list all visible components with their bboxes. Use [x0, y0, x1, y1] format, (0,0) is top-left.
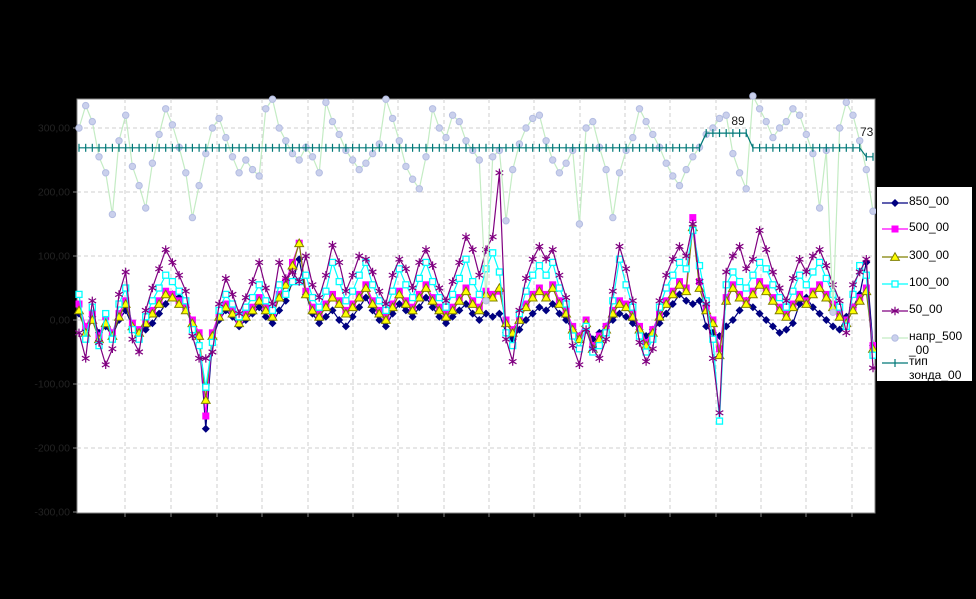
legend-item-label: тип зонда_00	[909, 354, 961, 382]
vtick-marker-icon	[881, 357, 909, 369]
y-axis-label: -200,00	[34, 443, 70, 455]
triangle-marker-icon	[881, 251, 909, 263]
diamond-marker-icon	[881, 197, 909, 209]
legend-item-label: 50_00	[909, 302, 942, 316]
legend-item-label: 300_00	[909, 248, 949, 262]
y-axis-label: 200,00	[38, 187, 70, 199]
legend-item-напр_500_00[interactable]: напр_500 _00	[881, 329, 962, 357]
legend-item-тип зонда_00[interactable]: тип зонда_00	[881, 354, 961, 382]
y-axis-label: -300,00	[34, 507, 70, 519]
legend-item-500_00[interactable]: 500_00	[881, 220, 949, 235]
legend-item-label: 500_00	[909, 220, 949, 234]
legend-item-label: 850_00	[909, 194, 949, 208]
y-axis-label: 0,00	[50, 315, 71, 327]
chart-canvas: 300,00 200,00 100,00 0,00 -100,00 -200,00 -300…	[0, 0, 976, 599]
chart-legend[interactable]: 850_00 500_00 300_00 100_00 50_00 напр_500 _0…	[876, 186, 973, 382]
y-axis-label: 100,00	[38, 251, 70, 263]
legend-item-300_00[interactable]: 300_00	[881, 248, 949, 263]
square-marker-icon	[881, 223, 909, 235]
circle-marker-icon	[881, 332, 909, 344]
legend-item-label: 100_00	[909, 275, 949, 289]
legend-item-label: напр_500 _00	[909, 329, 962, 357]
data-label-73: 73	[860, 125, 874, 139]
data-label-89: 89	[731, 114, 745, 128]
legend-item-100_00[interactable]: 100_00	[881, 275, 949, 290]
y-axis-label: -100,00	[34, 379, 70, 391]
y-axis-label: 300,00	[38, 123, 70, 135]
legend-item-50_00[interactable]: 50_00	[881, 302, 942, 317]
asterisk-marker-icon	[881, 305, 909, 317]
legend-item-850_00[interactable]: 850_00	[881, 194, 949, 209]
open-square-marker-icon	[881, 278, 909, 290]
chart-window: Ежедневные значения разности 'наблюдение…	[0, 0, 976, 599]
